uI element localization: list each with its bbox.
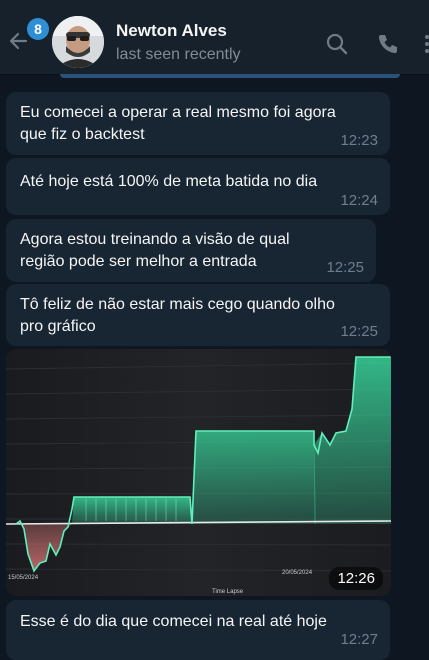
message-bubble[interactable]: Até hoje está 100% de meta batida no dia… [6, 158, 390, 215]
phone-icon [378, 35, 397, 54]
avatar[interactable] [52, 16, 104, 68]
chat-header: 8 Newton Alves last seen recently [0, 0, 429, 75]
call-button[interactable] [376, 32, 400, 56]
message-time: 12:24 [340, 192, 378, 209]
previous-message-edge [60, 74, 400, 78]
message-time: 12:25 [340, 323, 378, 340]
chart-date-end: 20/05/2024 [282, 570, 313, 576]
contact-name[interactable]: Newton Alves [116, 21, 227, 41]
more-options-button[interactable] [420, 32, 429, 56]
message-text: Agora estou treinando a visão de qual re… [20, 231, 290, 270]
message-bubble[interactable]: Esse é do dia que comecei na real até ho… [6, 600, 390, 660]
search-icon [326, 33, 348, 55]
message-bubble[interactable]: Agora estou treinando a visão de qual re… [6, 219, 376, 282]
image-message[interactable]: 15/05/2024 20/05/2024 Time Lapse 12:26 [6, 349, 391, 596]
message-text: Esse é do dia que comecei na real até ho… [20, 613, 327, 630]
message-time: 12:27 [340, 631, 378, 648]
chart-legend-label: Time Lapse [212, 589, 244, 595]
message-time: 12:23 [340, 132, 378, 149]
message-bubble[interactable]: Eu comecei a operar a real mesmo foi ago… [6, 92, 390, 155]
message-text: Tô feliz de não estar mais cego quando o… [20, 296, 335, 335]
more-vertical-icon [425, 35, 429, 53]
chart-date-start: 15/05/2024 [8, 575, 39, 581]
message-time: 12:25 [326, 259, 364, 276]
unread-count-badge: 8 [27, 18, 49, 40]
message-bubble[interactable]: Tô feliz de não estar mais cego quando o… [6, 284, 390, 346]
message-text: Eu comecei a operar a real mesmo foi ago… [20, 104, 336, 143]
avatar-photo [52, 16, 104, 68]
search-button[interactable] [325, 32, 349, 56]
image-time-badge: 12:26 [329, 567, 383, 590]
equity-chart-photo [6, 349, 391, 596]
last-seen-status: last seen recently [116, 46, 241, 63]
message-text: Até hoje está 100% de meta batida no dia [20, 173, 318, 190]
